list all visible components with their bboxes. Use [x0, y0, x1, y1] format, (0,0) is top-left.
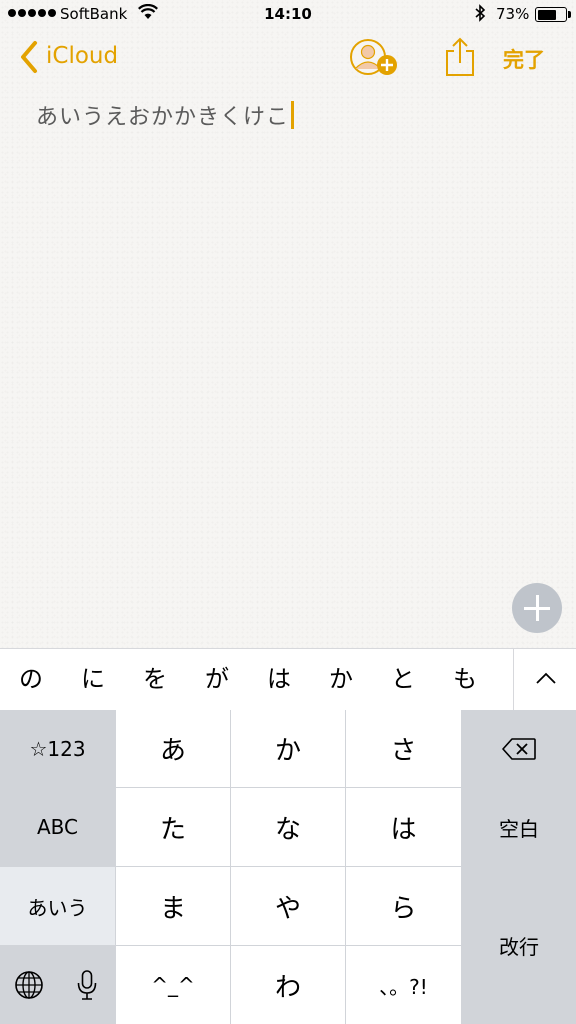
- back-button-label: iCloud: [46, 43, 119, 69]
- candidate-bar: の に を が は か と も: [0, 648, 576, 711]
- add-attachment-button[interactable]: [512, 583, 562, 633]
- kana-ha-key[interactable]: は: [346, 788, 461, 866]
- emoticon-key[interactable]: ^_^: [116, 946, 230, 1024]
- kana-a-key[interactable]: あ: [116, 710, 230, 787]
- clock: 14:10: [264, 5, 312, 23]
- candidate-word[interactable]: を: [124, 649, 186, 711]
- delete-key[interactable]: [462, 710, 576, 787]
- battery-icon: [535, 7, 567, 22]
- candidate-word[interactable]: は: [248, 649, 310, 711]
- kana-ma-key[interactable]: ま: [116, 867, 230, 945]
- candidate-word[interactable]: も: [434, 649, 496, 711]
- status-bar: SoftBank 14:10 73%: [0, 0, 576, 30]
- globe-icon: [14, 971, 43, 999]
- battery-cap: [568, 11, 571, 18]
- space-key[interactable]: 空白: [462, 788, 576, 866]
- done-button[interactable]: 完了: [503, 44, 545, 74]
- back-button[interactable]: iCloud: [18, 40, 118, 74]
- return-key[interactable]: 改行: [462, 867, 576, 1024]
- chevron-up-icon: [536, 672, 556, 684]
- kana-wa-key[interactable]: わ: [231, 946, 345, 1024]
- globe-key[interactable]: [0, 946, 57, 1024]
- add-person-icon[interactable]: [348, 38, 398, 80]
- kana-ya-key[interactable]: や: [231, 867, 345, 945]
- kana-sa-key[interactable]: さ: [346, 710, 461, 787]
- kana-ra-key[interactable]: ら: [346, 867, 461, 945]
- note-text: あいうえおかかきくけこ: [36, 105, 290, 130]
- candidate-word[interactable]: が: [186, 649, 248, 711]
- microphone-icon: [77, 970, 96, 1000]
- expand-candidates-button[interactable]: [513, 649, 576, 711]
- symbols-key[interactable]: ☆123: [0, 710, 115, 787]
- share-icon[interactable]: [444, 36, 476, 78]
- candidate-word[interactable]: と: [372, 649, 434, 711]
- candidate-word[interactable]: か: [310, 649, 372, 711]
- battery-percent: 73%: [496, 5, 530, 23]
- candidate-word[interactable]: の: [0, 649, 62, 711]
- punctuation-key[interactable]: 、。?!: [346, 946, 461, 1024]
- note-body[interactable]: あいうえおかかきくけこ: [36, 98, 295, 132]
- kana-ta-key[interactable]: た: [116, 788, 230, 866]
- abc-key[interactable]: ABC: [0, 788, 115, 866]
- kana-key[interactable]: あいう: [0, 867, 115, 945]
- text-cursor: [291, 101, 295, 129]
- kana-ka-key[interactable]: か: [231, 710, 345, 787]
- kana-na-key[interactable]: な: [231, 788, 345, 866]
- chevron-left-icon: [21, 41, 37, 73]
- microphone-key[interactable]: [58, 946, 115, 1024]
- candidate-word[interactable]: に: [62, 649, 124, 711]
- bluetooth-icon: [475, 4, 486, 22]
- keyboard: ☆123 ABC あいう あ か さ た な は ま や ら ^_^ わ 、。?…: [0, 710, 576, 1024]
- backspace-icon: [502, 737, 536, 760]
